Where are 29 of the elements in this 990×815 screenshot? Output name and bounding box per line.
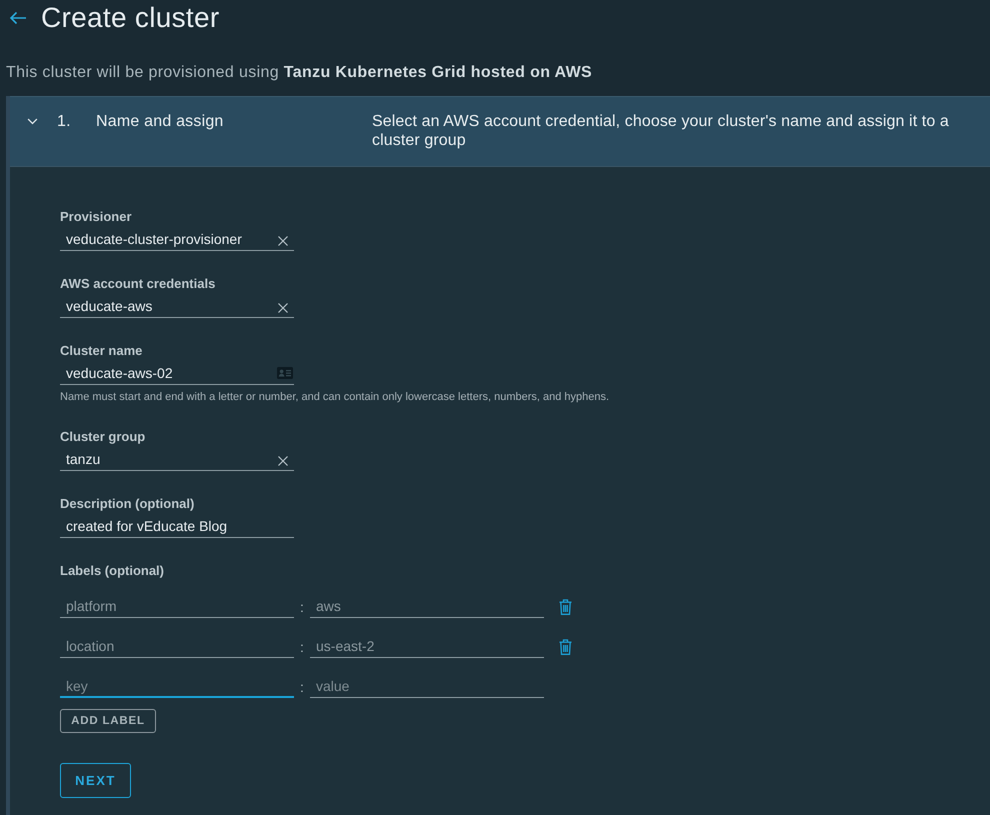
- separator: :: [299, 598, 305, 614]
- provisioning-note: This cluster will be provisioned using Tanzu Kubernetes Grid hosted on AWS: [6, 63, 592, 83]
- step-header[interactable]: 1. Name and assign Select an AWS account credential, choose your cluster's name and assign it to a cluster group: [10, 96, 990, 167]
- field-label: AWS account credentials: [60, 276, 216, 292]
- separator: :: [299, 678, 305, 694]
- helper-text: Name must start and end with a letter or number, and can contain only lowercase letters, numbers, and hyphens.: [60, 390, 610, 404]
- field-label: Labels (optional): [60, 563, 164, 579]
- field-label: Cluster group: [60, 429, 146, 445]
- step-number: 1.: [57, 113, 71, 130]
- separator: :: [299, 638, 305, 654]
- add-label-button[interactable]: ADD LABEL: [60, 709, 156, 733]
- text-field[interactable]: tanzu: [60, 448, 294, 471]
- step-description: Select an AWS account credential, choose your cluster's name and assign it to a cluster group: [372, 112, 950, 150]
- field-label: Cluster name: [60, 343, 142, 359]
- text-field[interactable]: veducate-aws-02: [60, 362, 294, 385]
- back-icon[interactable]: [9, 11, 27, 25]
- next-button[interactable]: NEXT: [60, 763, 131, 798]
- text-field[interactable]: created for vEducate Blog: [60, 515, 294, 538]
- value-field[interactable]: value: [310, 675, 544, 698]
- clear-icon[interactable]: [278, 302, 288, 312]
- step-title: Name and assign: [96, 113, 224, 130]
- clear-icon[interactable]: [278, 236, 288, 246]
- text-field[interactable]: veducate-aws: [60, 295, 294, 318]
- text-field[interactable]: veducate-cluster-provisioner: [60, 228, 294, 251]
- key-field[interactable]: key: [60, 675, 294, 698]
- field-label: Description (optional): [60, 496, 194, 512]
- field-label: Provisioner: [60, 209, 132, 225]
- page-title: Create cluster: [41, 1, 220, 35]
- clear-icon[interactable]: [278, 456, 288, 466]
